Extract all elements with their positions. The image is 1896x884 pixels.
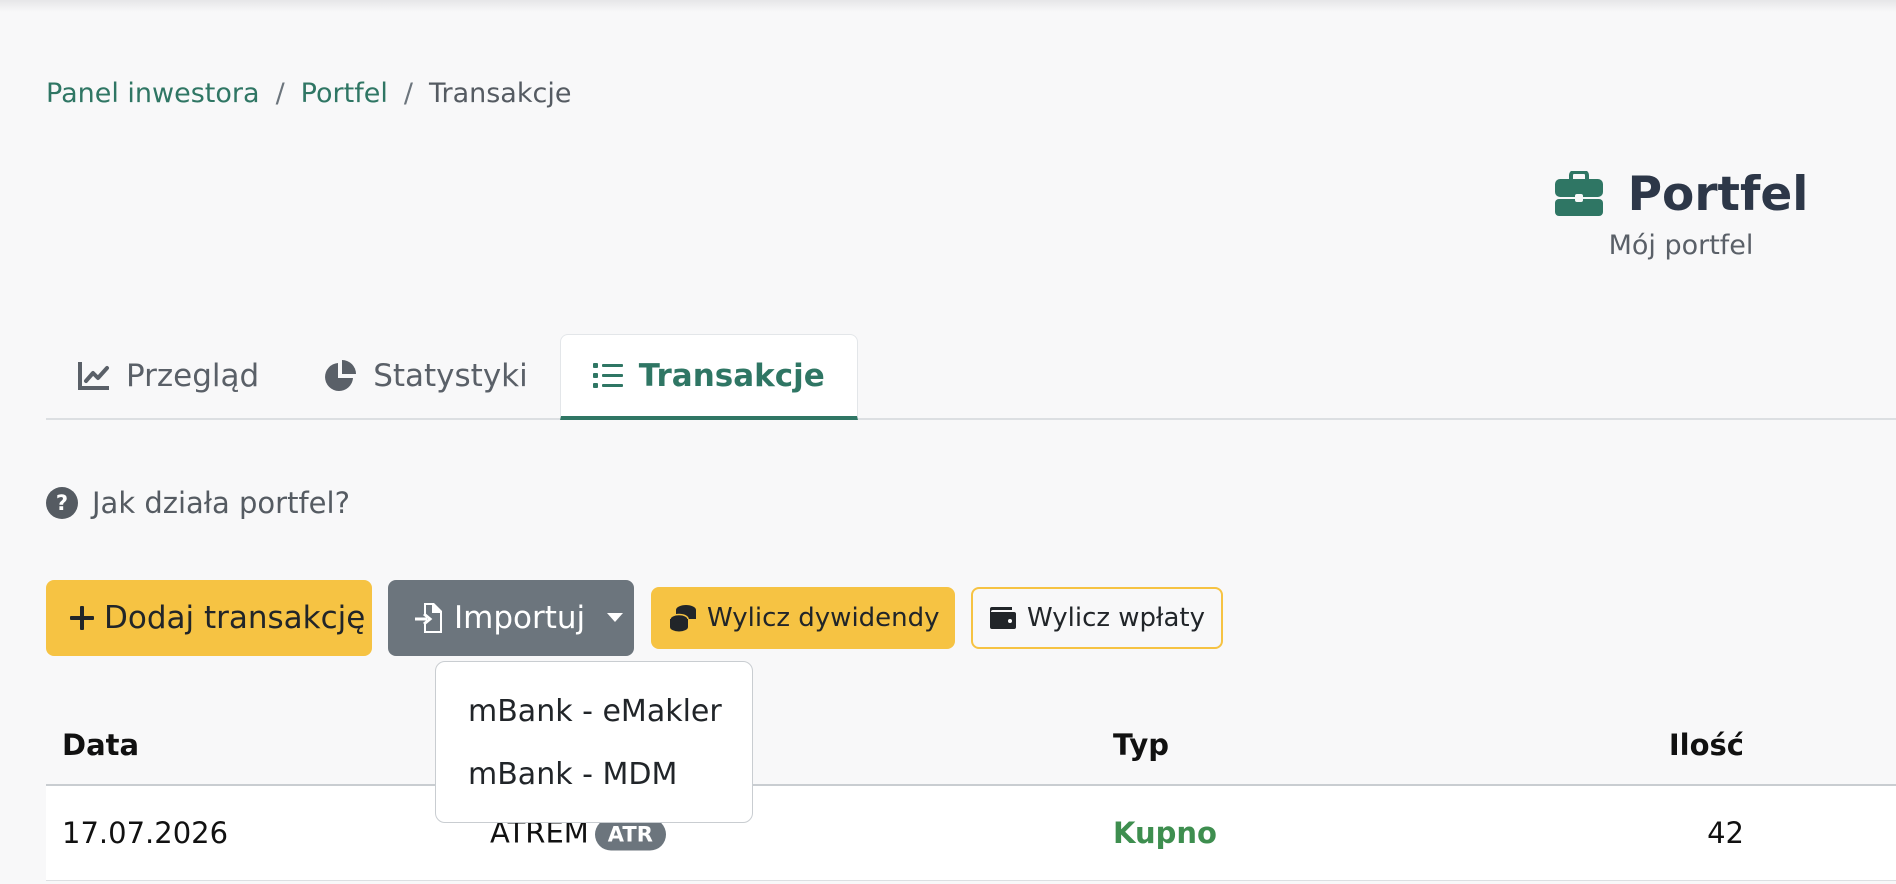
tab-przeglad[interactable]: Przegląd bbox=[46, 334, 291, 418]
ticker-badge: ATR bbox=[594, 818, 666, 851]
cell-type: Kupno bbox=[1113, 816, 1217, 850]
caret-down-icon bbox=[607, 613, 624, 623]
calculate-dividends-button[interactable]: Wylicz dywidendy bbox=[651, 587, 955, 649]
import-option-emakler[interactable]: mBank - eMakler bbox=[436, 680, 752, 743]
list-icon bbox=[592, 362, 623, 390]
column-header-type[interactable]: Typ bbox=[1113, 728, 1169, 762]
plus-icon bbox=[70, 606, 94, 630]
question-circle-icon: ? bbox=[46, 487, 78, 519]
portfolio-header: Portfel Mój portfel bbox=[1516, 162, 1846, 261]
page-title: Portfel bbox=[1516, 162, 1846, 226]
tab-statystyki[interactable]: Statystyki bbox=[291, 334, 560, 418]
table-header: Data Typ Ilość bbox=[46, 706, 1896, 786]
breadcrumb-link-panel[interactable]: Panel inwestora bbox=[46, 78, 260, 109]
breadcrumb-separator: / bbox=[275, 78, 285, 109]
page-title-text: Portfel bbox=[1627, 166, 1809, 222]
tab-label: Transakcje bbox=[638, 357, 825, 394]
action-bar: Dodaj transakcję Importuj Wylicz dywiden… bbox=[46, 580, 1223, 656]
briefcase-icon bbox=[1554, 171, 1604, 217]
import-label: Importuj bbox=[454, 600, 586, 636]
breadcrumb-link-portfel[interactable]: Portfel bbox=[301, 78, 388, 109]
add-transaction-button[interactable]: Dodaj transakcję bbox=[46, 580, 372, 656]
coins-icon bbox=[669, 604, 697, 632]
column-header-qty[interactable]: Ilość bbox=[1669, 728, 1744, 762]
page: Panel inwestora / Portfel / Transakcje P… bbox=[0, 0, 1896, 884]
breadcrumb-separator: / bbox=[403, 78, 413, 109]
cell-qty: 42 bbox=[1707, 816, 1744, 850]
calculate-deposits-button[interactable]: Wylicz wpłaty bbox=[971, 587, 1223, 649]
tab-label: Przegląd bbox=[126, 358, 260, 394]
column-header-date[interactable]: Data bbox=[62, 728, 139, 762]
top-bar-shadow bbox=[0, 0, 1896, 12]
add-transaction-label: Dodaj transakcję bbox=[104, 600, 366, 636]
table-row[interactable]: 17.07.2026 ATREM ATR Kupno 42 bbox=[46, 786, 1896, 881]
breadcrumb: Panel inwestora / Portfel / Transakcje bbox=[46, 78, 571, 109]
import-dropdown-menu: mBank - eMakler mBank - MDM bbox=[435, 661, 753, 823]
calculate-deposits-label: Wylicz wpłaty bbox=[1027, 603, 1205, 633]
help-link[interactable]: ? Jak działa portfel? bbox=[46, 486, 350, 520]
cell-date: 17.07.2026 bbox=[62, 816, 229, 850]
transactions-table: Data Typ Ilość 17.07.2026 ATREM ATR Kupno… bbox=[46, 706, 1896, 881]
wallet-icon bbox=[989, 606, 1017, 630]
tab-bar: Przegląd Statystyki Transakcje bbox=[46, 334, 1896, 420]
page-subtitle: Mój portfel bbox=[1608, 230, 1754, 261]
breadcrumb-current: Transakcje bbox=[428, 78, 572, 109]
file-import-icon bbox=[414, 602, 444, 634]
import-option-mdm[interactable]: mBank - MDM bbox=[436, 743, 752, 806]
import-dropdown-button[interactable]: Importuj bbox=[388, 580, 634, 656]
line-chart-icon bbox=[78, 361, 110, 391]
svg-text:?: ? bbox=[56, 491, 68, 515]
tab-transakcje[interactable]: Transakcje bbox=[559, 334, 858, 420]
help-label: Jak działa portfel? bbox=[92, 486, 350, 520]
tab-label: Statystyki bbox=[373, 358, 528, 394]
pie-chart-icon bbox=[323, 359, 357, 393]
calculate-dividends-label: Wylicz dywidendy bbox=[707, 603, 940, 633]
